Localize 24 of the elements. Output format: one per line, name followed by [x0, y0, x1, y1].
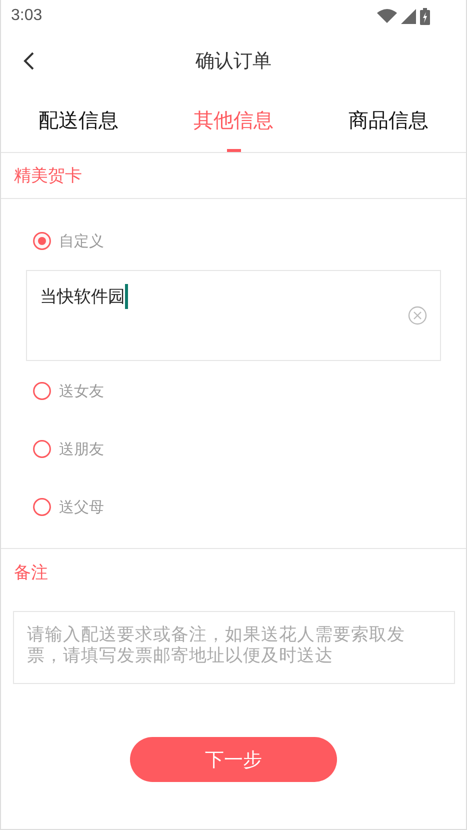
text-cursor	[125, 284, 128, 309]
wifi-icon	[377, 9, 397, 23]
section-heading: 备注	[14, 562, 48, 584]
next-button[interactable]: 下一步	[130, 737, 337, 782]
radio-button[interactable]	[33, 498, 51, 516]
radio-option[interactable]: 送女友	[26, 374, 441, 408]
section-heading: 精美贺卡	[14, 165, 82, 187]
tab[interactable]: 其他信息	[156, 90, 311, 152]
radio-option[interactable]: 送朋友	[26, 432, 441, 466]
back-icon[interactable]	[23, 51, 35, 71]
tab[interactable]: 配送信息	[1, 90, 156, 152]
status-time: 3:03	[11, 7, 42, 25]
radio-button[interactable]	[33, 440, 51, 458]
text-field[interactable]: 当快软件园	[26, 270, 441, 361]
signal-icon	[401, 8, 416, 24]
remarks-field[interactable]: 请输入配送要求或备注，如果送花人需要索取发票，请填写发票邮寄地址以便及时送达	[13, 611, 455, 684]
radio-option[interactable]: 自定义	[26, 224, 441, 258]
radio-option[interactable]: 送父母	[26, 490, 441, 524]
tab[interactable]: 商品信息	[311, 90, 466, 152]
page-title: 确认订单	[196, 49, 272, 74]
radio-button[interactable]	[33, 232, 51, 250]
radio-button[interactable]	[33, 382, 51, 400]
battery-icon	[420, 8, 430, 24]
clear-icon[interactable]	[408, 306, 427, 325]
